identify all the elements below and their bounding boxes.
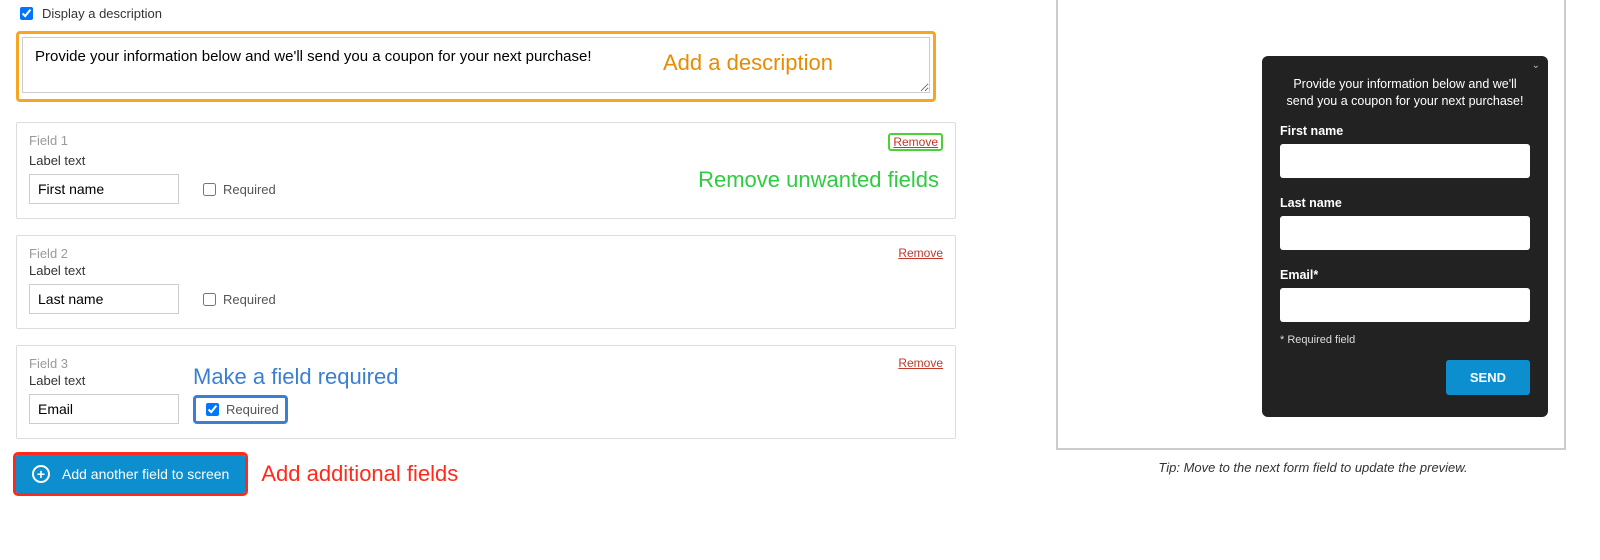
preview-description: Provide your information below and we'll… bbox=[1280, 76, 1530, 110]
add-field-label: Add another field to screen bbox=[62, 466, 229, 482]
annotation-remove: Remove unwanted fields bbox=[698, 167, 939, 193]
add-field-button[interactable]: + Add another field to screen bbox=[16, 455, 245, 493]
field-label-input[interactable] bbox=[29, 284, 179, 314]
required-checkbox[interactable] bbox=[206, 403, 219, 416]
description-textarea[interactable] bbox=[22, 37, 930, 93]
preview-input-first[interactable] bbox=[1280, 144, 1530, 178]
display-description-label: Display a description bbox=[42, 6, 162, 21]
label-text-label: Label text bbox=[29, 153, 943, 168]
required-label: Required bbox=[223, 182, 276, 197]
preview-send-button[interactable]: SEND bbox=[1446, 360, 1530, 395]
remove-field-link[interactable]: Remove bbox=[898, 356, 943, 370]
preview-label-last: Last name bbox=[1280, 196, 1530, 210]
preview-label-first: First name bbox=[1280, 124, 1530, 138]
field-label-input[interactable] bbox=[29, 394, 179, 424]
preview-frame: ⌄ Provide your information below and we'… bbox=[1056, 0, 1566, 450]
annotation-add: Add additional fields bbox=[261, 461, 458, 487]
required-checkbox[interactable] bbox=[203, 293, 216, 306]
preview-label-email: Email* bbox=[1280, 268, 1530, 282]
field-label-input[interactable] bbox=[29, 174, 179, 204]
field-title: Field 2 bbox=[29, 246, 68, 261]
remove-field-link[interactable]: Remove bbox=[898, 246, 943, 260]
preview-required-note: * Required field bbox=[1280, 334, 1530, 346]
plus-circle-icon: + bbox=[32, 465, 50, 483]
required-label: Required bbox=[223, 292, 276, 307]
field-card: Field 1 Remove Label text Required Remov… bbox=[16, 122, 956, 219]
label-text-label: Label text bbox=[29, 263, 943, 278]
preview-input-last[interactable] bbox=[1280, 216, 1530, 250]
description-highlight: Add a description bbox=[16, 31, 936, 102]
required-checkbox[interactable] bbox=[203, 183, 216, 196]
chevron-down-icon[interactable]: ⌄ bbox=[1532, 60, 1538, 71]
preview-input-email[interactable] bbox=[1280, 288, 1530, 322]
preview-tip: Tip: Move to the next form field to upda… bbox=[1060, 460, 1566, 475]
field-title: Field 3 bbox=[29, 356, 68, 371]
remove-field-link[interactable]: Remove bbox=[888, 133, 943, 151]
annotation-required: Make a field required bbox=[193, 364, 398, 390]
display-description-checkbox[interactable] bbox=[20, 7, 33, 20]
label-text-label: Label text bbox=[29, 373, 943, 388]
required-label: Required bbox=[226, 402, 279, 417]
field-card: Field 3 Remove Make a field required Lab… bbox=[16, 345, 956, 439]
preview-widget: ⌄ Provide your information below and we'… bbox=[1262, 56, 1548, 417]
field-card: Field 2 Remove Label text Required bbox=[16, 235, 956, 329]
field-title: Field 1 bbox=[29, 133, 68, 148]
